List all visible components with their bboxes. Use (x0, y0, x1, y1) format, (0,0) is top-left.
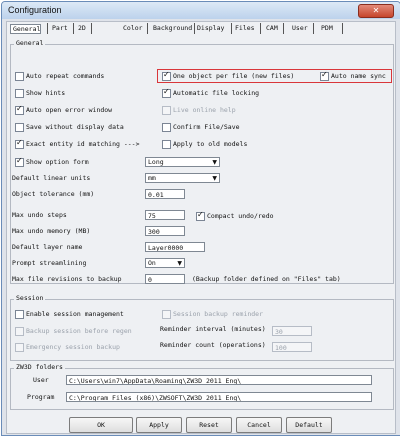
backup-before-regen-label: Backup session before regen (26, 327, 132, 335)
window-title: Configuration (8, 5, 62, 15)
live-online-help-label: Live online help (173, 106, 236, 114)
option-form-value: Long (148, 158, 164, 166)
tab-color[interactable]: Color (123, 24, 143, 32)
auto-repeat-label: Auto repeat commands (26, 72, 105, 80)
max-undo-memory-label: Max undo memory (MB) (12, 227, 91, 235)
save-without-display-label: Save without display data (26, 123, 124, 131)
prompt-streamlining-label: Prompt streamlining (12, 259, 87, 267)
tab-separator (194, 23, 195, 34)
tab-background[interactable]: Background (153, 24, 192, 32)
ok-button[interactable]: OK (69, 417, 133, 433)
exact-entity-id-checkbox[interactable] (15, 138, 24, 149)
max-file-revisions-label: Max file revisions to backup (12, 275, 122, 283)
auto-file-locking-label: Automatic file locking (173, 89, 260, 97)
apply-old-models-label: Apply to old models (173, 140, 248, 148)
tab-separator (147, 23, 148, 34)
default-layer-name-input[interactable]: Layer0000 (145, 242, 205, 252)
program-folder-input[interactable]: C:\Program Files (x86)\ZWSOFT\ZW3D 2011 … (66, 392, 372, 402)
show-hints-label: Show hints (26, 89, 66, 97)
emergency-backup-checkbox[interactable] (15, 343, 24, 352)
session-backup-reminder-checkbox[interactable] (162, 310, 171, 319)
backup-before-regen-checkbox[interactable] (15, 327, 24, 336)
show-hints-checkbox[interactable] (15, 89, 24, 98)
tab-general[interactable]: General (10, 24, 42, 34)
auto-open-error-label: Auto open error window (26, 106, 113, 114)
user-folder-input[interactable]: C:\Users\win7\AppData\Roaming\ZW3D 2011 … (66, 375, 372, 385)
emergency-backup-label: Emergency session backup (26, 343, 120, 351)
chevron-down-icon: ▼ (212, 159, 217, 166)
tab-part[interactable]: Part (52, 24, 68, 32)
chevron-down-icon: ▼ (212, 175, 217, 182)
tab-separator (231, 23, 232, 34)
reminder-interval-label: Reminder interval (minutes) (160, 325, 266, 333)
configuration-dialog: Configuration ✕ General Part 2D Color Ba… (1, 1, 400, 436)
auto-repeat-checkbox[interactable] (15, 72, 24, 81)
reset-button[interactable]: Reset (186, 417, 232, 433)
apply-old-models-checkbox[interactable] (162, 140, 171, 149)
show-option-form-label: Show option form (26, 158, 89, 166)
confirm-file-save-checkbox[interactable] (162, 123, 171, 132)
one-object-label: One object per file (new files) (173, 72, 295, 80)
tab-cam[interactable]: CAM (266, 24, 278, 32)
session-group-label: Session (14, 294, 46, 302)
reminder-interval-input[interactable]: 30 (272, 326, 312, 336)
max-undo-steps-input[interactable]: 75 (145, 210, 185, 220)
tab-separator (47, 23, 48, 34)
auto-name-sync-label: Auto name sync (331, 72, 386, 80)
show-option-form-checkbox[interactable] (15, 156, 24, 167)
backup-folder-note: (Backup folder defined on "Files" tab) (192, 275, 341, 283)
one-object-checkbox[interactable] (162, 70, 171, 81)
tab-separator (283, 23, 284, 34)
max-file-revisions-input[interactable]: 0 (145, 274, 185, 284)
option-form-select[interactable]: Long ▼ (145, 157, 220, 167)
max-undo-steps-label: Max undo steps (12, 211, 67, 219)
linear-units-select[interactable]: mm ▼ (145, 173, 220, 183)
folders-group-label: ZW3D folders (14, 363, 65, 371)
default-linear-units-label: Default linear units (12, 174, 91, 182)
tab-user[interactable]: User (292, 24, 308, 32)
tab-separator (73, 23, 74, 34)
enable-session-checkbox[interactable] (15, 310, 24, 319)
apply-button[interactable]: Apply (136, 417, 182, 433)
close-button[interactable]: ✕ (358, 4, 394, 18)
tab-display[interactable]: Display (197, 24, 224, 32)
confirm-file-save-label: Confirm File/Save (173, 123, 240, 131)
live-online-help-checkbox[interactable] (162, 106, 171, 115)
default-layer-name-label: Default layer name (12, 243, 83, 251)
title-bar: Configuration ✕ (2, 2, 400, 19)
save-without-display-checkbox[interactable] (15, 123, 24, 132)
reminder-count-label: Reminder count (operations) (160, 341, 266, 349)
exact-entity-id-label: Exact entity id matching ---> (26, 140, 140, 148)
linear-units-value: mm (148, 174, 156, 182)
session-backup-reminder-label: Session backup reminder (173, 310, 264, 318)
object-tolerance-input[interactable]: 0.01 (145, 189, 185, 199)
tab-pdm[interactable]: PDM (321, 24, 333, 32)
tab-separator (313, 23, 314, 34)
prompt-streamlining-select[interactable]: On ▼ (145, 258, 185, 268)
tab-2d[interactable]: 2D (78, 24, 86, 32)
default-button[interactable]: Default (286, 417, 332, 433)
user-folder-label: User (33, 376, 49, 384)
tab-files[interactable]: Files (235, 24, 255, 32)
reminder-count-input[interactable]: 100 (272, 342, 312, 352)
max-undo-memory-input[interactable]: 300 (145, 226, 185, 236)
close-icon[interactable]: ✕ (373, 6, 380, 15)
enable-session-label: Enable session management (26, 310, 124, 318)
auto-file-locking-checkbox[interactable] (162, 87, 171, 98)
tab-separator (260, 23, 261, 34)
program-folder-label: Program (27, 393, 55, 401)
compact-undo-checkbox[interactable] (196, 210, 205, 221)
tab-separator (91, 23, 92, 34)
auto-name-sync-checkbox[interactable] (320, 70, 329, 81)
auto-open-error-checkbox[interactable] (15, 104, 24, 115)
chevron-down-icon: ▼ (177, 260, 182, 267)
compact-undo-label: Compact undo/redo (207, 212, 274, 220)
cancel-button[interactable]: Cancel (236, 417, 282, 433)
prompt-streamlining-value: On (148, 259, 156, 267)
general-group-label: General (14, 39, 46, 47)
tab-separator (342, 23, 343, 34)
object-tolerance-label: Object tolerance (mm) (12, 190, 95, 198)
